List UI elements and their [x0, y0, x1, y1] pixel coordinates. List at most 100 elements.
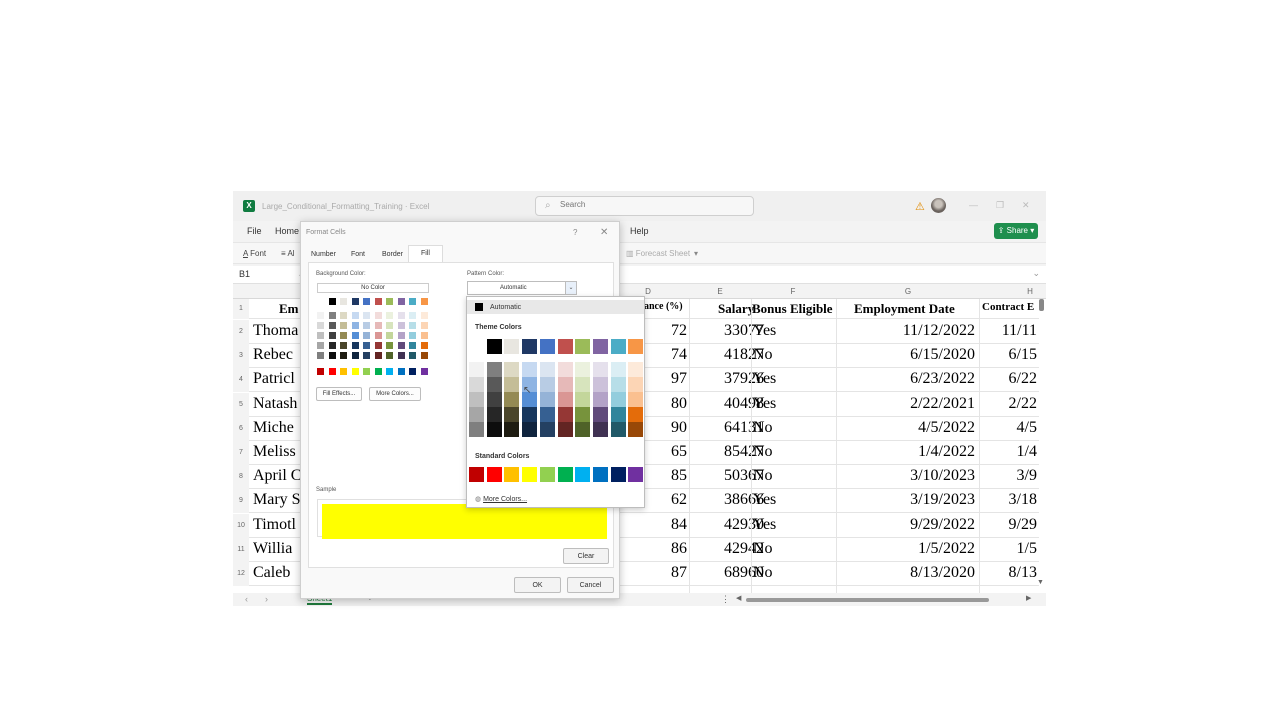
theme-shade-swatch[interactable]: [539, 377, 555, 392]
color-swatch[interactable]: [386, 332, 393, 339]
theme-color-swatch[interactable]: [557, 339, 573, 354]
color-swatch[interactable]: [374, 342, 382, 349]
cell-g[interactable]: 11/12/2022: [849, 322, 975, 340]
menu-file[interactable]: File: [247, 226, 262, 236]
pattern-color-dropdown[interactable]: Automatic ⌄: [467, 281, 577, 295]
more-options-icon[interactable]: ⋮: [721, 594, 730, 605]
theme-shade-swatch[interactable]: [539, 392, 555, 407]
theme-shade-swatch[interactable]: [469, 422, 484, 437]
color-swatch[interactable]: [386, 322, 393, 329]
standard-color-swatch[interactable]: [557, 467, 573, 482]
scroll-down-icon[interactable]: ▼: [1037, 579, 1044, 586]
theme-shade-swatch[interactable]: [539, 407, 555, 422]
row-header[interactable]: 11: [233, 537, 249, 562]
header-cell[interactable]: ance (%): [644, 301, 683, 312]
color-swatch[interactable]: [317, 312, 324, 319]
cell-f[interactable]: Yes: [753, 395, 833, 413]
theme-shade-swatch[interactable]: [592, 362, 608, 377]
color-swatch[interactable]: [386, 312, 393, 319]
row-header[interactable]: 10: [233, 513, 249, 538]
column-header-e[interactable]: E: [690, 287, 750, 296]
theme-color-swatch[interactable]: [469, 339, 484, 354]
theme-color-swatch[interactable]: [539, 339, 555, 354]
fill-effects-button[interactable]: Fill Effects...: [316, 387, 362, 401]
color-swatch[interactable]: [363, 298, 370, 305]
theme-shade-swatch[interactable]: [575, 422, 591, 437]
cell-h[interactable]: 3/9: [981, 467, 1037, 485]
color-swatch[interactable]: [351, 352, 359, 359]
theme-shade-swatch[interactable]: [469, 392, 484, 407]
cell-d[interactable]: 86: [634, 540, 687, 558]
color-swatch[interactable]: [317, 332, 324, 339]
theme-shade-swatch[interactable]: [504, 362, 520, 377]
theme-shade-swatch[interactable]: [469, 377, 484, 392]
color-swatch[interactable]: [374, 298, 382, 305]
sheet-next-icon[interactable]: ›: [265, 594, 268, 604]
vertical-scrollbar[interactable]: [1039, 299, 1044, 311]
theme-color-swatch[interactable]: [575, 339, 591, 354]
cell-f[interactable]: Yes: [753, 370, 833, 388]
color-swatch[interactable]: [409, 342, 416, 349]
scroll-right-icon[interactable]: ▶: [1026, 594, 1031, 602]
theme-shade-swatch[interactable]: [575, 377, 591, 392]
color-swatch[interactable]: [351, 298, 359, 305]
theme-shade-swatch[interactable]: [486, 362, 502, 377]
theme-color-swatch[interactable]: [504, 339, 520, 354]
color-swatch[interactable]: [363, 312, 370, 319]
cell-h[interactable]: 6/22: [981, 370, 1037, 388]
theme-shade-swatch[interactable]: [486, 392, 502, 407]
cell-f[interactable]: Yes: [753, 516, 833, 534]
color-swatch[interactable]: [328, 322, 336, 329]
cancel-button[interactable]: Cancel: [567, 577, 614, 593]
cell-f[interactable]: No: [753, 419, 833, 437]
theme-shade-swatch[interactable]: [486, 407, 502, 422]
theme-shade-swatch[interactable]: [592, 392, 608, 407]
close-window-icon[interactable]: ✕: [1022, 200, 1030, 211]
theme-color-swatch[interactable]: [610, 339, 626, 354]
color-swatch[interactable]: [420, 368, 428, 375]
theme-shade-swatch[interactable]: [539, 362, 555, 377]
color-swatch[interactable]: [374, 312, 382, 319]
clear-button[interactable]: Clear: [563, 548, 609, 564]
theme-shade-swatch[interactable]: [628, 407, 644, 422]
header-cell[interactable]: Em: [279, 301, 299, 317]
color-swatch[interactable]: [340, 342, 347, 349]
color-swatch[interactable]: [420, 352, 428, 359]
standard-color-swatch[interactable]: [504, 467, 520, 482]
minimize-icon[interactable]: —: [969, 200, 978, 210]
cell-h[interactable]: 1/4: [981, 443, 1037, 461]
color-swatch[interactable]: [351, 368, 359, 375]
search-input[interactable]: [560, 200, 740, 209]
cell-d[interactable]: 84: [634, 516, 687, 534]
theme-shade-swatch[interactable]: [522, 422, 538, 437]
name-box[interactable]: B1 ⌄: [239, 269, 305, 280]
color-swatch[interactable]: [317, 322, 324, 329]
cell-h[interactable]: 2/22: [981, 395, 1037, 413]
tab-number[interactable]: Number: [311, 251, 336, 258]
cell-h[interactable]: 9/29: [981, 516, 1037, 534]
warning-icon[interactable]: ⚠: [915, 200, 925, 213]
theme-shade-swatch[interactable]: [504, 422, 520, 437]
theme-shade-swatch[interactable]: [628, 392, 644, 407]
expand-formula-icon[interactable]: ⌄: [1032, 268, 1040, 279]
color-swatch[interactable]: [340, 298, 347, 305]
more-colors-button[interactable]: More Colors...: [369, 387, 421, 401]
cell-h[interactable]: 1/5: [981, 540, 1037, 558]
row-header[interactable]: 6: [233, 416, 249, 441]
theme-shade-swatch[interactable]: [522, 407, 538, 422]
color-swatch[interactable]: [409, 322, 416, 329]
theme-shade-swatch[interactable]: [469, 362, 484, 377]
theme-shade-swatch[interactable]: [557, 392, 573, 407]
no-color-button[interactable]: No Color: [317, 283, 429, 293]
tab-fill[interactable]: Fill: [408, 245, 443, 262]
theme-shade-swatch[interactable]: [575, 407, 591, 422]
color-swatch[interactable]: [397, 312, 405, 319]
alignment-group[interactable]: ≡ Al: [281, 249, 295, 258]
row-header[interactable]: 2: [233, 320, 249, 344]
row-header[interactable]: 9: [233, 489, 249, 514]
forecast-sheet-button[interactable]: ▥ Forecast Sheet: [626, 249, 690, 258]
theme-shade-swatch[interactable]: [504, 407, 520, 422]
theme-shade-swatch[interactable]: [557, 407, 573, 422]
color-swatch[interactable]: [363, 352, 370, 359]
standard-color-swatch[interactable]: [522, 467, 538, 482]
